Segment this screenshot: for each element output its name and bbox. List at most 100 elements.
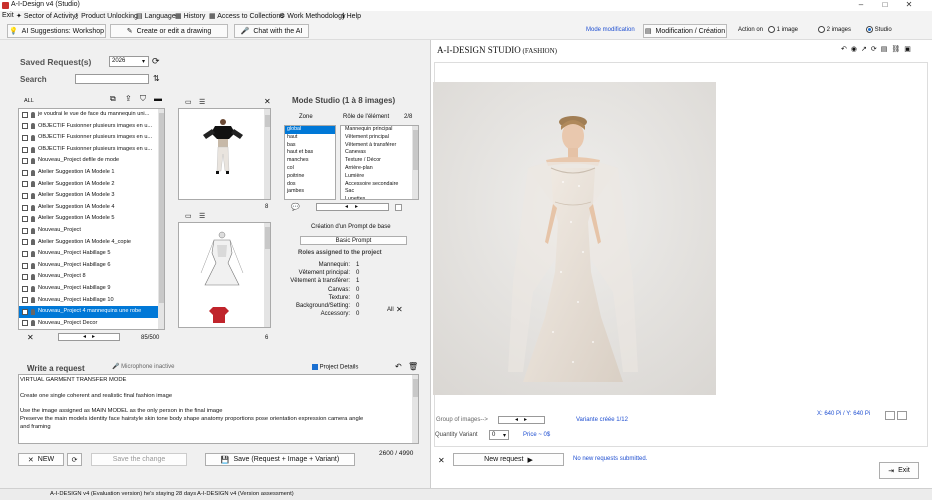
radio-1-image-circle[interactable] [768,26,775,33]
role-item[interactable]: Accessoire secondaire [343,181,418,189]
list-item[interactable]: Atelier Suggestion IA Modele 4 [19,202,164,214]
role-scrollbar[interactable] [412,126,418,199]
radio-2-images-circle[interactable] [818,26,825,33]
zone-item[interactable]: bas [285,142,335,150]
thumb-scrollbar-thumb-1[interactable] [265,115,270,127]
list-item[interactable]: Atelier Suggestion IA Modele 2 [19,179,164,191]
role-item[interactable]: Texture / Décor [343,157,418,165]
row-checkbox[interactable] [22,146,28,153]
role-item[interactable]: Lunettes [343,196,418,199]
list-item[interactable]: Atelier Suggestion IA Modele 3 [19,190,164,202]
zoom-box-2[interactable] [897,411,907,420]
row-checkbox[interactable] [22,158,28,165]
comment-icon[interactable]: 💬 [291,203,300,211]
zone-item[interactable]: haut et bas [285,149,335,157]
save-change-button[interactable]: Save the change [91,453,187,466]
hanger-icon[interactable]: ⛉ [140,94,146,104]
zone-item[interactable]: col [285,165,335,173]
list-item[interactable]: Atelier Suggestion IA Modele 1 [19,167,164,179]
list-item[interactable]: Atelier Suggestion IA Modele 5 [19,213,164,225]
row-checkbox[interactable] [22,262,28,269]
pager-left-icon[interactable]: ◂ [515,416,518,423]
role-item[interactable]: Arrière-plan [343,165,418,173]
exit-button[interactable]: ⇥ Exit [879,462,919,479]
create-edit-drawing-button[interactable]: ✎ Create or edit a drawing [110,24,228,38]
export-icon[interactable]: ↗ [861,45,867,55]
row-checkbox[interactable] [22,274,28,281]
row-checkbox[interactable] [22,285,28,292]
row-checkbox[interactable] [22,169,28,176]
filter-icon[interactable]: ⇅ [153,74,160,83]
list-item[interactable]: Nouveau_Project Habillage 10 [19,295,164,307]
thumb-scrollbar-thumb-2[interactable] [265,227,270,249]
studio-checkbox[interactable] [395,204,402,211]
menu-unlocking[interactable]: ⚷ Product Unlocking [74,12,138,20]
close-icon[interactable]: ✕ [264,97,271,106]
list-item[interactable]: Nouveau_Project [19,225,164,237]
list-pager[interactable]: ◂ ▸ [58,333,120,341]
refresh-icon[interactable]: ⟳ [871,45,877,55]
thumb-scrollbar-1[interactable] [264,109,270,199]
zone-item[interactable]: dos [285,181,335,189]
zoom-box[interactable] [885,411,895,420]
thumbnail-panel-2[interactable] [178,222,271,328]
new-button[interactable]: ✕ NEW [18,453,64,466]
picture-icon[interactable]: ▣ [904,45,911,55]
copy-icon[interactable]: ⧉ [110,94,116,104]
role-list[interactable]: Mannequin principal Vêtement principal Vêt… [340,125,419,200]
row-checkbox[interactable] [22,320,28,327]
eye-icon[interactable]: ◉ [851,45,857,55]
zone-item[interactable]: jambes [285,188,335,196]
role-item[interactable]: Lumière [343,173,418,181]
menu-history[interactable]: ▦ History [175,12,205,20]
menu-collections[interactable]: ▦ Access to Collections [209,12,284,20]
refresh-icon[interactable]: ⟳ [152,56,160,67]
row-checkbox[interactable] [22,227,28,234]
zone-item[interactable]: poitrine [285,173,335,181]
undo-icon[interactable]: ↶ [841,45,847,55]
row-checkbox[interactable] [22,111,28,118]
maximize-button[interactable]: □ [875,0,895,9]
undo-icon[interactable]: ↶ [395,362,402,371]
row-checkbox[interactable] [22,181,28,188]
menu-methodology[interactable]: ⚙ Work Methodology [279,12,345,20]
radio-studio[interactable]: Studio [866,26,892,33]
basic-prompt-button[interactable]: Basic Prompt [300,236,407,245]
pager-left-icon[interactable]: ◂ [83,333,86,340]
role-item[interactable]: Vêtement principal [343,134,418,142]
list-scrollbar-thumb[interactable] [159,113,164,303]
close-icon[interactable]: ✕ [27,333,34,342]
menu-help[interactable]: ℹ Help [342,12,361,20]
radio-2-images[interactable]: 2 images [818,26,851,33]
list-item[interactable]: Nouveau_Project Decor [19,318,164,329]
search-input[interactable] [75,74,149,84]
modification-creation-button[interactable]: ▤ Modification / Création [643,24,727,38]
row-checkbox[interactable] [22,239,28,246]
close-window-button[interactable]: ✕ [899,0,919,9]
group-pager[interactable]: ◂ ▸ [498,416,545,424]
textarea-scrollbar-thumb[interactable] [413,379,418,397]
menu-exit[interactable]: Exit [2,12,14,19]
role-item[interactable]: Sac [343,188,418,196]
list-view-icon[interactable]: ☰ [199,212,205,220]
saved-requests-list[interactable]: je voudrai le vue de face du mannequin u… [18,108,165,330]
row-checkbox[interactable] [22,297,28,304]
request-textarea[interactable]: VIRTUAL GARMENT TRANSFER MODE Create one … [18,374,419,444]
row-checkbox[interactable] [22,308,28,315]
pager-right-icon[interactable]: ▸ [355,203,358,210]
link-icon[interactable]: ⛓ [891,45,900,55]
textarea-scrollbar[interactable] [412,375,418,443]
list-item[interactable]: Nouveau_Project Habillage 6 [19,260,164,272]
trash-icon[interactable]: 🗑 [408,362,418,371]
checkbox-checked[interactable] [312,364,318,370]
list-item[interactable]: OBJECTIF Fusionner plusieurs images en u… [19,132,164,144]
folder-icon[interactable]: ▭ [185,98,192,106]
list-item[interactable]: Nouveau_Project 4 mannequins une robe [19,306,164,318]
wedding-dress-image[interactable] [433,82,716,395]
role-scrollbar-thumb[interactable] [413,130,418,170]
pager-right-icon[interactable]: ▸ [92,333,95,340]
role-item[interactable]: Mannequin principal [343,126,418,134]
role-item[interactable]: Vêtement à transférer [343,142,418,150]
list-item[interactable]: OBJECTIF Fusionner plusieurs images en u… [19,144,164,156]
quantity-select[interactable]: 0 ▾ [489,430,509,440]
